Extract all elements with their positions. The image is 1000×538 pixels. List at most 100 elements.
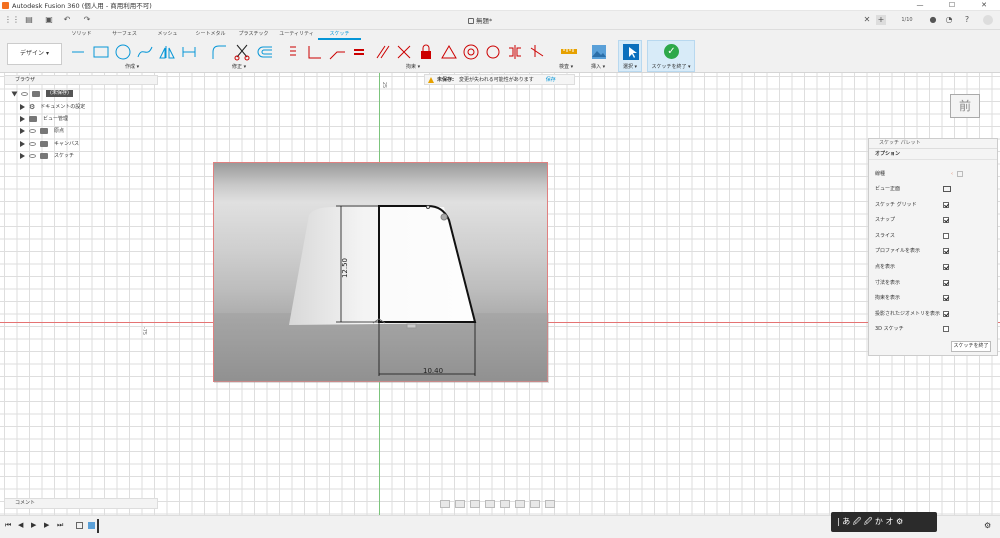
mirror-tool-icon[interactable] — [158, 43, 176, 61]
redo-icon[interactable]: ↷ — [82, 15, 92, 25]
go-to-start-icon[interactable]: ⏮ — [5, 521, 11, 530]
grid-settings-icon[interactable] — [530, 499, 540, 508]
sketch-grid-checkbox[interactable] — [943, 202, 949, 208]
view-cube-face[interactable]: 前 — [959, 99, 971, 113]
centerline-icon[interactable] — [957, 171, 963, 177]
tab-surface[interactable]: サーフェス — [103, 31, 146, 40]
options-section-header[interactable]: オプション — [869, 149, 997, 160]
sketch-palette-header[interactable]: スケッチ パレット — [869, 139, 997, 149]
orbit-icon[interactable] — [440, 499, 450, 508]
ime-toolbar[interactable]: | あ 🖉 🖉 か オ ⚙ — [831, 512, 937, 532]
equal-constraint-icon[interactable] — [350, 43, 368, 61]
insert-image-icon[interactable] — [590, 43, 608, 61]
offset-tool-icon[interactable] — [256, 43, 274, 61]
perpendicular-constraint-icon[interactable] — [305, 43, 323, 61]
show-projected-checkbox[interactable] — [943, 311, 949, 317]
browser-root-item[interactable]: (未保存) — [10, 88, 73, 99]
coincident-constraint-icon[interactable] — [328, 43, 346, 61]
play-icon[interactable]: ▶ — [31, 521, 36, 529]
close-tab-icon[interactable]: ✕ — [862, 15, 872, 25]
snap-checkbox[interactable] — [943, 217, 949, 223]
show-dimensions-checkbox[interactable] — [943, 280, 949, 286]
tab-utility[interactable]: ユーティリティ — [275, 31, 318, 40]
document-tab[interactable]: 無題* — [468, 15, 492, 25]
expand-icon[interactable] — [20, 103, 25, 110]
avatar[interactable] — [983, 15, 993, 25]
zoom-icon[interactable] — [485, 499, 495, 508]
save-link[interactable]: 保存 — [546, 76, 556, 83]
expand-icon[interactable] — [20, 140, 25, 147]
construction-line-icon[interactable]: ‹ — [951, 168, 953, 180]
visibility-icon[interactable] — [29, 153, 36, 158]
finish-sketch-button[interactable]: ✓ スケッチを終了 ▾ — [647, 40, 695, 72]
display-settings-icon[interactable] — [515, 499, 525, 508]
close-button[interactable]: ✕ — [968, 0, 1000, 11]
browser-item-named-views[interactable]: ビュー管理 — [10, 113, 68, 124]
browser-item-canvases[interactable]: キャンバス — [10, 138, 79, 149]
workspace-selector[interactable]: デザイン ▾ — [7, 43, 62, 65]
new-tab-icon[interactable]: + — [876, 15, 886, 25]
help-icon[interactable]: ● — [928, 15, 938, 25]
go-to-end-icon[interactable]: ⏭ — [57, 521, 63, 530]
curvature-constraint-icon[interactable] — [528, 43, 546, 61]
look-at-icon[interactable] — [455, 499, 465, 508]
save-icon[interactable]: ▣ — [44, 15, 54, 25]
measure-tool-icon[interactable] — [560, 43, 578, 61]
palette-finish-sketch-button[interactable]: スケッチを終了 — [951, 341, 991, 352]
notification-icon[interactable]: ◔ — [944, 15, 954, 25]
circle-tool-icon[interactable] — [114, 43, 132, 61]
tab-sketch[interactable]: スケッチ — [318, 31, 361, 40]
select-tool-button[interactable]: 選択 ▾ — [618, 40, 642, 72]
app-grid-icon[interactable]: ⋮⋮ — [4, 15, 20, 25]
timeline-canvas-feature[interactable] — [88, 522, 95, 529]
tab-plastic[interactable]: プラスチック — [232, 31, 275, 40]
inspect-group-label[interactable]: 検査 ▾ — [559, 63, 573, 70]
fillet-tool-icon[interactable] — [210, 43, 228, 61]
browser-item-origin[interactable]: 原点 — [10, 125, 64, 136]
modify-group-label[interactable]: 修正 ▾ — [232, 63, 246, 70]
visibility-icon[interactable] — [21, 91, 28, 96]
constraints-group-label[interactable]: 拘束 ▾ — [406, 63, 420, 70]
minimize-button[interactable]: — — [904, 0, 936, 11]
midpoint-constraint-icon[interactable] — [484, 43, 502, 61]
viewports-icon[interactable] — [545, 499, 555, 508]
line-tool-icon[interactable] — [70, 43, 88, 61]
spline-tool-icon[interactable] — [136, 43, 154, 61]
step-back-icon[interactable]: ◀ — [18, 521, 23, 529]
maximize-button[interactable]: ☐ — [936, 0, 968, 11]
insert-group-label[interactable]: 挿入 ▾ — [591, 63, 605, 70]
timeline-marker[interactable] — [97, 519, 99, 533]
height-dimension[interactable]: 12.50 — [341, 258, 349, 278]
project-tool-icon[interactable] — [180, 43, 198, 61]
tab-solid[interactable]: ソリッド — [60, 31, 103, 40]
look-at-icon[interactable] — [943, 186, 951, 192]
tangent-constraint-icon[interactable] — [395, 43, 413, 61]
browser-item-sketches[interactable]: スケッチ — [10, 150, 74, 161]
expand-icon[interactable] — [11, 91, 18, 96]
pan-icon[interactable] — [470, 499, 480, 508]
width-dimension[interactable]: 10.40 — [423, 367, 443, 375]
expand-icon[interactable] — [20, 127, 25, 134]
show-points-checkbox[interactable] — [943, 264, 949, 270]
help-question-icon[interactable]: ? — [962, 15, 972, 25]
fix-constraint-icon[interactable] — [417, 43, 435, 61]
sketch-geometry[interactable] — [213, 162, 548, 382]
tab-mesh[interactable]: メッシュ — [146, 31, 189, 40]
symmetry-constraint-icon[interactable] — [506, 43, 524, 61]
timeline-sketch-feature[interactable] — [76, 522, 83, 529]
trim-tool-icon[interactable] — [233, 43, 251, 61]
triangle-constraint-icon[interactable] — [440, 43, 458, 61]
parallel-constraint-icon[interactable] — [373, 43, 391, 61]
browser-panel-header[interactable]: ブラウザ — [4, 75, 158, 85]
create-group-label[interactable]: 作成 ▾ — [125, 63, 139, 70]
concentric-constraint-icon[interactable] — [462, 43, 480, 61]
undo-icon[interactable]: ↶ — [62, 15, 72, 25]
show-constraints-checkbox[interactable] — [943, 295, 949, 301]
file-menu-icon[interactable]: ▤ — [24, 15, 34, 25]
tab-sheet-metal[interactable]: シートメタル — [189, 31, 232, 40]
timeline-settings-icon[interactable]: ⚙ — [984, 521, 991, 530]
job-status[interactable]: 1/10 — [895, 15, 919, 25]
comments-panel-header[interactable]: コメント — [4, 498, 158, 509]
view-cube[interactable]: 前 — [950, 94, 980, 118]
expand-icon[interactable] — [20, 115, 25, 122]
